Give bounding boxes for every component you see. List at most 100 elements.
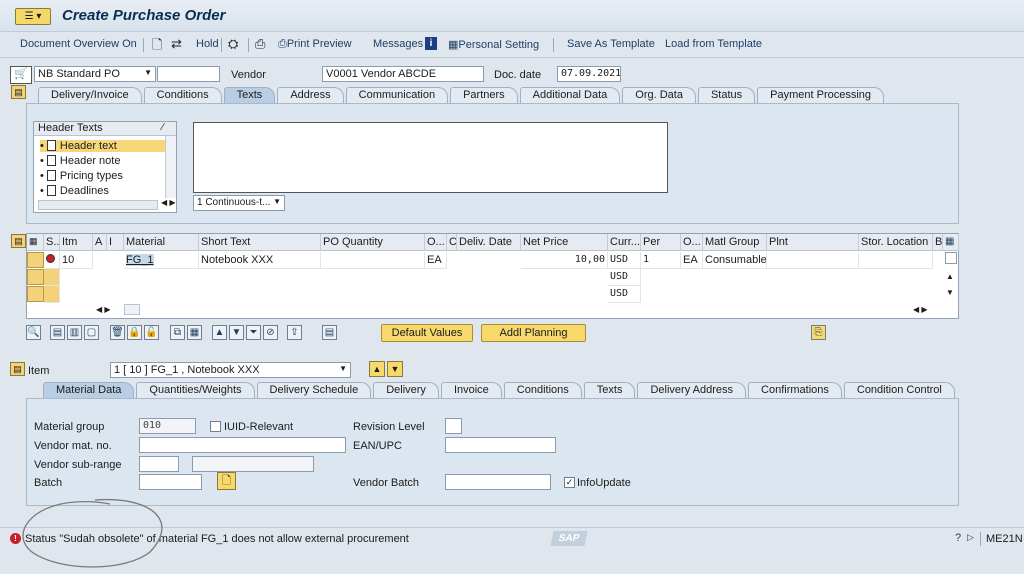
column-header[interactable]: Plnt [767,234,859,251]
help-icon[interactable]: ? [955,532,961,544]
column-header[interactable]: Short Text [199,234,321,251]
tab-material-data[interactable]: Material Data [43,382,135,398]
clear-filter-icon[interactable]: ⊘ [263,325,278,340]
vendor-input[interactable]: V0001 Vendor ABCDE [322,66,484,82]
deselect-icon[interactable]: ▥ [67,325,82,340]
config-icon[interactable]: ⎘ [811,325,826,340]
filter-icon[interactable]: ⏷ [246,325,261,340]
personal-setting-button[interactable]: ▦Personal Setting [448,38,539,51]
column-header[interactable]: Matl Group [703,234,767,251]
order-unit-cell[interactable]: EA [681,252,703,269]
column-header[interactable]: C [447,234,457,251]
unlock-icon[interactable]: 🔓 [144,325,159,340]
document-number-input[interactable] [157,66,220,82]
scroll-up-icon[interactable]: ▲ [946,272,954,281]
default-values-button[interactable]: Default Values [381,324,473,342]
vendor-mat-no-input[interactable] [139,437,346,453]
tab-additional-data[interactable]: Additional Data [519,87,621,103]
tab-conditions[interactable]: Conditions [143,87,222,103]
copy-icon[interactable]: ⧉ [170,325,185,340]
load-from-template-button[interactable]: Load from Template [665,38,762,50]
vendor-sub-range-input[interactable] [139,456,179,472]
material-cell[interactable]: FG_1 [124,252,199,269]
po-quantity-cell[interactable] [321,252,425,269]
hold-button[interactable]: Hold [196,38,219,50]
short-text-cell[interactable]: Notebook XXX [199,252,321,269]
column-settings-icon[interactable]: ▦ [943,234,959,251]
new-document-icon[interactable]: 🗋 [152,36,162,58]
details-icon[interactable]: 🔍 [26,325,41,340]
sort-descending-icon[interactable]: ▼ [229,325,244,340]
items-collapse-icon[interactable]: ▤ [11,234,26,248]
previous-item-icon[interactable]: ▲ [369,361,385,377]
scroll-arrows-icon[interactable]: ◀ ▶ [161,198,176,207]
item-collapse-icon[interactable]: ▤ [10,362,25,376]
select-all-icon[interactable]: ▤ [50,325,65,340]
select-all-icon[interactable]: ▦ [27,234,44,251]
row-selector[interactable] [27,252,44,268]
storage-location-cell[interactable] [859,252,933,269]
tab-delivery-schedule[interactable]: Delivery Schedule [256,382,372,398]
table-icon[interactable]: ▦ [187,325,202,340]
scroll-left-right-icon[interactable]: ◀ ▶ [96,305,111,314]
iuid-relevant-checkbox[interactable] [210,421,221,432]
tab-payment-processing[interactable]: Payment Processing [757,87,885,103]
item-select[interactable]: 1 [ 10 ] FG_1 , Notebook XXX ▼ [110,362,351,378]
item-cell[interactable]: 10 [60,252,93,269]
tab-address[interactable]: Address [277,87,344,103]
net-price-cell[interactable]: 10,00 [521,252,608,269]
messages-button[interactable]: Messages [373,38,423,50]
vertical-scrollbar[interactable] [165,136,176,198]
per-cell[interactable]: 1 [641,252,681,269]
text-view-select[interactable]: 1 Continuous-t... ▼ [193,195,285,211]
row-selector[interactable] [27,286,44,302]
currency-cell[interactable]: USD [608,252,641,269]
column-header[interactable]: O... [681,234,703,251]
header-text-editor[interactable] [193,122,668,193]
vendor-batch-input[interactable] [445,474,551,490]
lock-icon[interactable]: 🔒 [127,325,142,340]
ean-upc-input[interactable] [445,437,556,453]
matl-group-cell[interactable]: Consumables [703,252,767,269]
currency-cell[interactable]: USD [608,286,641,303]
column-header[interactable]: Per [641,234,681,251]
addl-planning-button[interactable]: Addl Planning [481,324,586,342]
column-header[interactable]: S.. [44,234,60,251]
infoupdate-checkbox[interactable]: ✓ [564,477,575,488]
scroll-left-right-icon[interactable]: ◀ ▶ [913,305,928,314]
tab-invoice[interactable]: Invoice [440,382,502,398]
expand-icon[interactable]: ▷ [967,532,974,543]
column-header[interactable]: O... [425,234,447,251]
header-collapse-icon[interactable]: ▤ [11,85,26,99]
column-header[interactable]: A [93,234,107,251]
column-header[interactable]: Net Price [521,234,608,251]
tab-quantities-weights[interactable]: Quantities/Weights [136,382,255,398]
uom-cell[interactable]: EA [425,252,447,269]
plant-cell[interactable] [767,252,859,269]
column-header[interactable]: B [933,234,943,251]
document-type-select[interactable]: NB Standard PO ▼ [34,66,156,82]
save-as-template-button[interactable]: Save As Template [567,38,655,50]
tab-delivery[interactable]: Delivery [373,382,439,398]
tab-texts[interactable]: Texts [583,382,636,398]
batch-input[interactable] [139,474,202,490]
tab-texts[interactable]: Texts [223,87,276,103]
print-preview-button[interactable]: ⎙Print Preview [278,38,352,51]
tab-status[interactable]: Status [697,87,756,103]
delete-icon[interactable]: 🗑 [110,325,125,340]
next-item-icon[interactable]: ▼ [387,361,403,377]
horizontal-scrollbar[interactable] [38,200,158,210]
column-header[interactable]: I [107,234,124,251]
column-header[interactable]: Curr... [608,234,641,251]
scroll-down-icon[interactable]: ▼ [946,288,954,297]
tree-item-header-note[interactable]: • Header note [40,155,120,167]
batch-detail-icon[interactable]: 🗋 [217,472,236,490]
tab-delivery-invoice[interactable]: Delivery/Invoice [38,87,142,103]
doc-date-input[interactable]: 07.09.2021 [557,66,621,82]
layout-icon[interactable]: ▤ [322,325,337,340]
system-menu-icon[interactable]: ☰ ▾ [15,8,51,25]
tab-delivery-address[interactable]: Delivery Address [637,382,747,398]
tab-conditions[interactable]: Conditions [503,382,582,398]
row-checkbox[interactable] [945,252,957,264]
horizontal-scrollbar-thumb[interactable] [124,304,140,315]
